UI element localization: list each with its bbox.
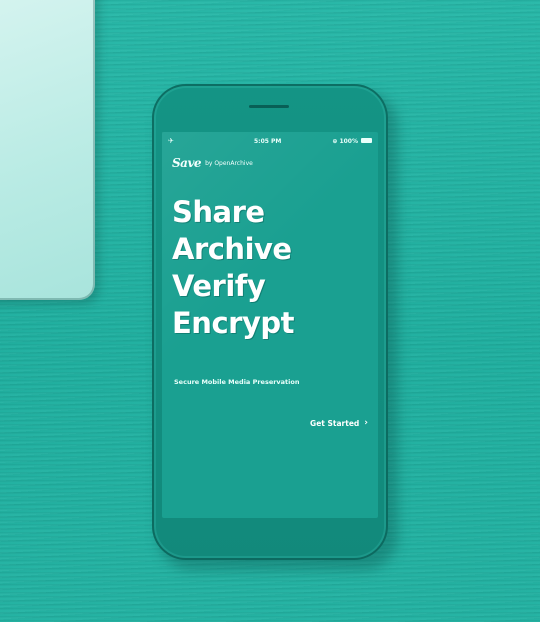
headline-line-archive: Archive: [172, 232, 292, 266]
airplane-icon: ✈: [168, 137, 174, 145]
phone-device: ✈ 5:05 PM ⊕ 100% Save by OpenArchive Sha…: [152, 84, 388, 560]
brand-byline: by OpenArchive: [205, 159, 253, 167]
battery-icon: [361, 138, 372, 143]
status-battery-text: ⊕ 100%: [332, 138, 358, 145]
get-started-label: Get Started: [310, 418, 360, 428]
get-started-button[interactable]: Get Started ›: [310, 418, 368, 428]
phone-speaker: [249, 105, 289, 108]
laptop-edge: [0, 0, 95, 300]
headline-line-share: Share: [172, 195, 265, 229]
phone-screen: ✈ 5:05 PM ⊕ 100% Save by OpenArchive Sha…: [162, 132, 378, 518]
brand-logo-group: Save by OpenArchive: [172, 154, 253, 172]
status-time: 5:05 PM: [254, 138, 282, 145]
headline-line-encrypt: Encrypt: [172, 306, 294, 340]
save-logo: Save: [172, 156, 202, 170]
headline: Share Archive Verify Encrypt: [172, 194, 372, 342]
headline-line-verify: Verify: [172, 269, 266, 303]
chevron-right-icon: ›: [364, 418, 368, 428]
tagline: Secure Mobile Media Preservation: [174, 378, 300, 386]
status-bar: ✈ 5:05 PM ⊕ 100%: [162, 134, 378, 150]
